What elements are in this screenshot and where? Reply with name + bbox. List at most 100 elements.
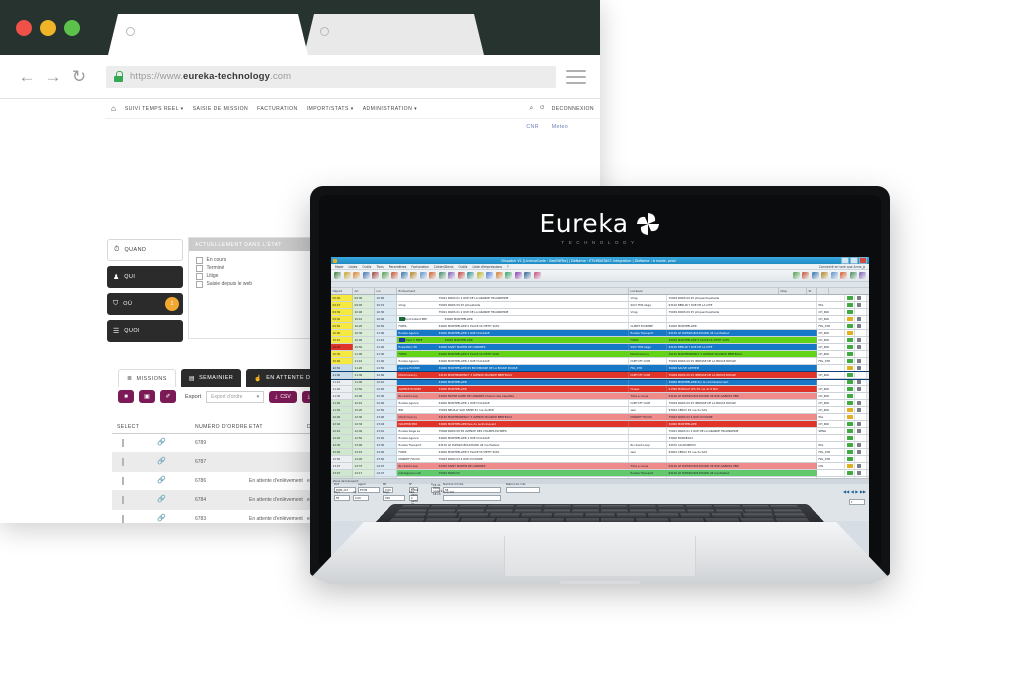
grid-row[interactable]: 13:07 13:37 14:07 Riv Saint-Loup 34300 SAIN… (331, 463, 869, 470)
keyboard-key[interactable] (565, 518, 599, 523)
grid-col-enlevement[interactable]: Enlèvement (397, 288, 629, 294)
tab-missions[interactable]: ≣ MISSIONS (118, 369, 176, 387)
toolbar-icon-13[interactable] (448, 272, 455, 279)
grid-row[interactable]: 12:40 13:10 13:40 FOBIS 34000 MONTPELLIER 5… (331, 449, 869, 456)
row-link-icon[interactable]: 🔗 (157, 477, 195, 484)
footer-field-input[interactable] (443, 495, 501, 501)
menu-cahier-devis[interactable]: Cahier/Devis (434, 265, 454, 269)
toolbar-icon-19[interactable] (505, 272, 512, 279)
grid-row[interactable]: 11:40 12:10 12:40 Eureka Agence 34000 MONTP… (331, 400, 869, 407)
toolbar-right-icon-7[interactable] (849, 272, 857, 279)
toolbar-right-icon-4[interactable] (821, 272, 828, 279)
checkbox-saisie-depuis-le-web[interactable] (196, 281, 203, 288)
back-icon[interactable]: ← (14, 64, 40, 90)
toolbar-icon-11[interactable] (429, 272, 436, 279)
maximize-button[interactable] (850, 257, 858, 264)
grid-row[interactable]: 11:20 11:50 12:20 AGENCE ECOMM 34000 MONTPE… (331, 386, 869, 393)
truck-icon[interactable] (856, 422, 861, 426)
truck-icon[interactable] (856, 401, 861, 405)
grid-row[interactable]: 11:00 11:30 12:00 Montmorency 34130 MONTMOR… (331, 371, 869, 380)
toolbar-icon-20[interactable] (514, 272, 522, 279)
nav-last-icon[interactable]: ▶▶ (860, 489, 866, 494)
truck-icon[interactable] (856, 443, 861, 447)
grid-row[interactable]: 10:00 10:30 11:00 Eureka Agence 34000 MONTP… (331, 330, 869, 337)
toolbar-button-2[interactable]: ▣ (139, 390, 155, 403)
truck-icon[interactable] (856, 324, 861, 328)
grid-row[interactable]: 12:04 12:34 13:04 DAUPHIN PRO 34000 MONTPEL… (331, 421, 869, 428)
menu-listes[interactable]: Listes (348, 265, 357, 269)
truck-icon[interactable] (856, 359, 861, 363)
grid-col-dispatch[interactable]: Disp. (779, 288, 807, 294)
nav-item-administration[interactable]: ADMINISTRATION ▾ (363, 106, 417, 112)
grid-row[interactable]: 12:30 13:00 13:30 Eureka Transport 93130 LE… (331, 442, 869, 449)
grid-row[interactable]: 10:10 10:40 11:10 Client 2 FREE 34000 MONTP… (331, 337, 869, 344)
nav-first-icon[interactable]: ◀◀ (843, 489, 849, 494)
keyboard-key[interactable] (424, 513, 458, 518)
keyboard-key[interactable] (392, 513, 426, 518)
checkbox-row[interactable]: Terminé (196, 265, 310, 272)
grid-row[interactable]: 12:50 13:20 13:50 MARKET FOCUS 75003 PARIS … (331, 456, 869, 463)
footer-field-input[interactable]: 23-11-2022 à partir de 10:50 (409, 488, 418, 509)
keyboard-key[interactable] (488, 513, 521, 518)
nav-prev-icon[interactable]: ◀ (851, 489, 854, 494)
keyboard-key[interactable] (679, 513, 711, 518)
menu-facturation[interactable]: Facturation (411, 265, 428, 269)
footer-field-input[interactable]: 036 (383, 495, 405, 501)
grid-row[interactable]: 10:30 11:00 11:30 FOBIS 34000 MONTPELLIER 5… (331, 351, 869, 358)
reload-icon[interactable]: ↻ (66, 64, 92, 90)
toolbar-icon-21[interactable] (524, 272, 531, 279)
row-checkbox[interactable] (122, 457, 124, 466)
menu-liste-impressions[interactable]: Liste d'impressions (472, 265, 502, 269)
keyboard-key[interactable] (774, 513, 808, 518)
truck-icon[interactable] (856, 471, 861, 475)
grid-row[interactable]: 10:20 10:50 11:20 Expedition EU 34000 SAINT… (331, 344, 869, 351)
menu-help[interactable]: ? (507, 265, 509, 269)
keyboard-key[interactable] (774, 518, 811, 523)
grid-row[interactable]: 09:15 09:45 10:15 Virag 75009 PARIS 09 25 p… (331, 302, 869, 309)
keyboard-key[interactable] (616, 513, 647, 518)
hamburger-icon[interactable] (566, 66, 586, 88)
grid-row[interactable]: 09:30 10:00 10:30 75001 PARIS 01 2 RUE DE L… (331, 309, 869, 316)
checkbox-termine[interactable] (196, 265, 203, 272)
grid-row[interactable]: 12:10 12:40 13:10 Eureka Siège se 75008 PAR… (331, 428, 869, 435)
truck-icon[interactable] (856, 345, 861, 349)
toolbar-right-icon-2[interactable] (802, 272, 809, 279)
grid-col-livraison-adresse[interactable]: Livraison (629, 288, 779, 294)
grid-col-icons[interactable] (817, 288, 829, 294)
toolbar-icon-2[interactable] (343, 272, 351, 279)
nav-item-facturation[interactable]: FACTURATION (257, 106, 298, 112)
keyboard-key[interactable] (495, 518, 530, 523)
row-link-icon[interactable]: 🔗 (157, 439, 195, 446)
keyboard-key[interactable] (635, 518, 670, 523)
keyboard-key[interactable] (456, 513, 489, 518)
toolbar-icon-7[interactable] (391, 272, 398, 279)
toolbar-icon-8[interactable] (400, 272, 408, 279)
row-link-icon[interactable]: 🔗 (157, 515, 195, 522)
nav-next-icon[interactable]: ▶ (855, 489, 858, 494)
menu-tiers[interactable]: Tiers (376, 265, 383, 269)
grid-row[interactable]: 11:50 12:20 12:50 BIB 75009 NEUILLY SUR SEI… (331, 407, 869, 414)
truck-icon[interactable] (856, 450, 861, 454)
truck-icon[interactable] (856, 338, 861, 342)
nav-item-suivi-temps-reel[interactable]: SUIVI TEMPS REEL ▾ (125, 106, 184, 112)
menu-mode[interactable]: Mode (335, 265, 343, 269)
toolbar-right-icon-6[interactable] (840, 272, 847, 279)
grid-row[interactable]: 10:50 11:20 11:50 Agence ECOMM 34000 MONTPE… (331, 365, 869, 372)
grid-row[interactable]: 10:40 11:10 11:40 Eureka Agence 34000 MONTP… (331, 358, 869, 365)
grid-row[interactable]: 11:10 11:40 12:10 34000 MONTPELLIER 34000 MO… (331, 379, 869, 386)
truck-icon[interactable] (856, 366, 861, 370)
toolbar-icon-9[interactable] (410, 272, 417, 279)
tab-semainier[interactable]: ▤ SEMAINIER (180, 369, 242, 387)
keyboard-key[interactable] (670, 518, 705, 523)
checkbox-row[interactable]: Saisie depuis le web (196, 281, 310, 288)
truck-icon[interactable] (856, 296, 861, 300)
toolbar-right-icon-8[interactable] (859, 272, 866, 279)
logout-link[interactable]: DECONNEXION (552, 106, 594, 112)
checkbox-litige[interactable] (196, 273, 203, 280)
keyboard-key[interactable] (739, 518, 776, 523)
nav-item-saisie-de-mission[interactable]: SAISIE DE MISSION (193, 106, 249, 112)
footer-field-input[interactable]: 23-11-2022 jusqu'à 18:10 (431, 484, 442, 496)
truck-icon[interactable] (856, 387, 861, 391)
toolbar-icon-3[interactable] (353, 272, 360, 279)
toolbar-icon-1[interactable] (334, 272, 341, 279)
